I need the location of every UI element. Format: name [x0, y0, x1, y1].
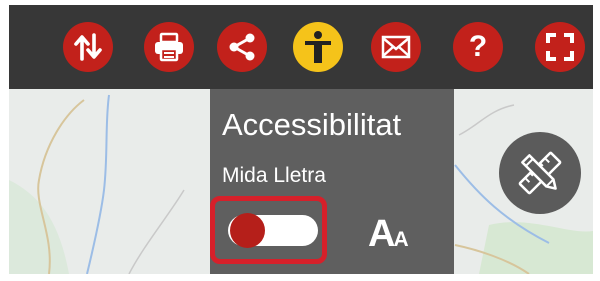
font-size-label: Mida Lletra [222, 164, 326, 187]
toolbar: ? [9, 5, 593, 89]
ruler-pencil-icon [518, 151, 562, 195]
share-icon [229, 33, 255, 61]
swap-vertical-icon [74, 33, 102, 61]
panel-title: Accessibilitat [222, 107, 402, 142]
fullscreen-button[interactable] [535, 22, 585, 72]
font-size-toggle[interactable] [228, 213, 318, 248]
font-size-icon: AA [368, 215, 409, 253]
email-button[interactable] [371, 22, 421, 72]
font-size-small-letter: A [393, 228, 409, 251]
help-icon: ? [468, 30, 488, 63]
mail-icon [381, 35, 411, 59]
swap-button[interactable] [63, 22, 113, 72]
accessibility-button[interactable] [293, 22, 343, 72]
drawing-tools-button[interactable] [499, 132, 581, 214]
print-button[interactable] [144, 22, 194, 72]
accessibility-panel: Accessibilitat Mida Lletra AA [210, 89, 454, 274]
help-button[interactable]: ? [453, 22, 503, 72]
print-icon [155, 32, 183, 62]
font-size-large-letter: A [368, 213, 396, 255]
fullscreen-icon [546, 33, 574, 61]
map-viewer: ? Accessibilitat Mida Lletra AA [9, 5, 593, 274]
toggle-knob[interactable] [230, 213, 265, 248]
share-button[interactable] [217, 22, 267, 72]
accessibility-icon [305, 31, 331, 63]
